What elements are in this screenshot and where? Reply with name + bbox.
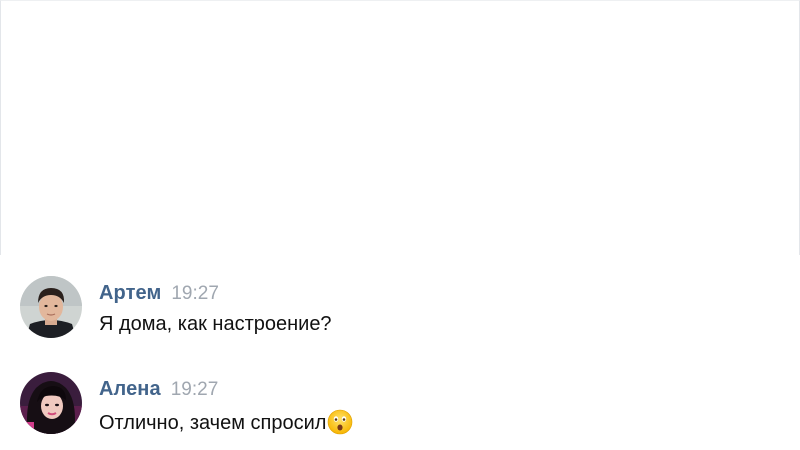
avatar[interactable] [20,276,82,338]
chat-history-area [0,0,800,255]
message-timestamp: 19:27 [171,283,219,304]
message-header: Артем 19:27 [99,282,219,305]
message-text-content: Я дома, как настроение? [99,313,332,335]
message-header: Алена 19:27 [99,378,218,401]
author-name[interactable]: Артем [99,282,161,304]
avatar-female-photo-icon [20,372,82,434]
astonished-face-emoji-icon [327,409,353,441]
message-item: Артем 19:27 Я дома, как настроение? [20,276,780,340]
avatar[interactable] [20,372,82,434]
message-timestamp: 19:27 [170,379,219,400]
avatar-male-photo-icon [20,276,82,338]
chat-screen: Артем 19:27 Я дома, как настроение? Ален… [0,0,800,450]
message-text-content: Отлично, зачем спросил [99,412,327,434]
message-text: Отлично, зачем спросил [99,409,353,441]
author-name[interactable]: Алена [99,378,161,400]
message-item: Алена 19:27 Отлично, зачем спросил [20,372,780,436]
message-text: Я дома, как настроение? [99,313,332,336]
